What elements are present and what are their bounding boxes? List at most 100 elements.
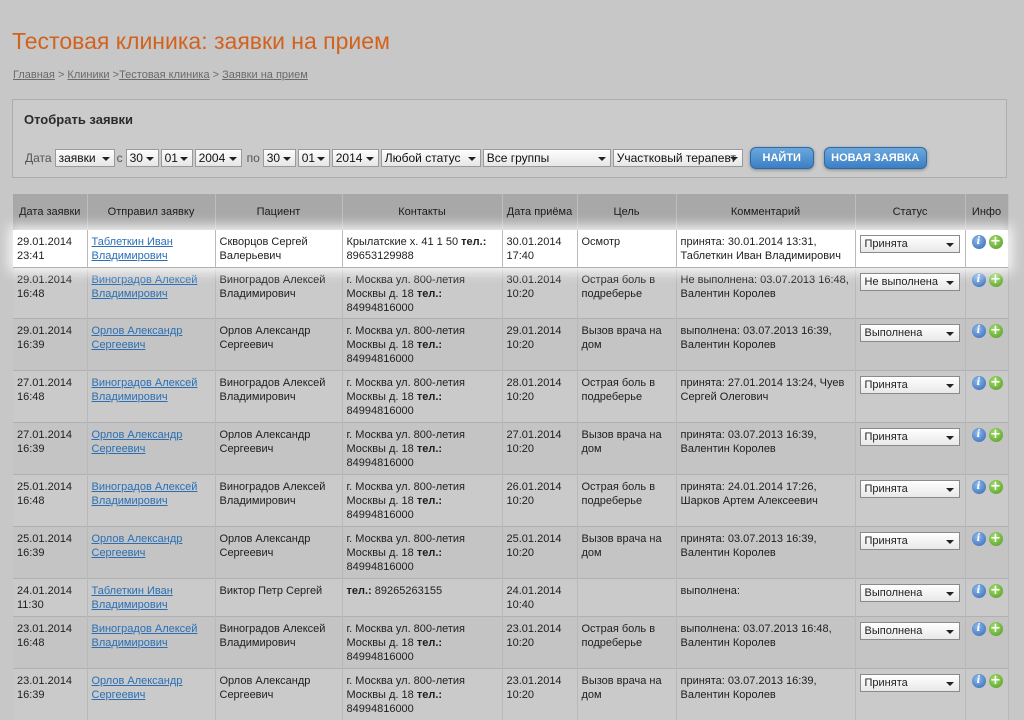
status-select[interactable]: Принята [860,235,960,253]
header-contacts[interactable]: Контакты [342,194,502,230]
from-year-select[interactable]: 2004 [195,149,242,167]
header-visit-date[interactable]: Дата приёма [502,194,577,230]
contact-address: г. Москва ул. 800-летия Москвы д. 18 [347,623,466,649]
sender-link[interactable]: Орлов Александр Сергеевич [92,675,183,701]
status-select[interactable]: Выполнена [860,622,960,640]
to-year-select[interactable]: 2014 [332,149,379,167]
breadcrumb-clinics[interactable]: Клиники [67,69,109,81]
contact-phone: 84994816000 [347,703,414,715]
status-value: Принята [865,677,908,689]
header-patient[interactable]: Пациент [215,194,342,230]
status-select[interactable]: Принята [860,428,960,446]
table-row: 25.01.201416:39Орлов Александр Сергеевич… [13,527,1008,579]
request-date: 24.01.2014 [17,585,72,597]
sender-link[interactable]: Виноградов Алексей Владимирович [92,274,198,300]
comment-cell: Не выполнена: 03.07.2013 16:48, Валентин… [676,268,855,319]
sender-link[interactable]: Виноградов Алексей Владимирович [92,623,198,649]
breadcrumb-clinic[interactable]: Тестовая клиника [119,69,210,81]
add-icon[interactable]: + [989,532,1003,546]
phone-label: тел.: [417,391,442,403]
visit-time: 10:20 [507,637,535,649]
info-icon[interactable]: i [972,235,986,249]
contact-phone: 84994816000 [347,302,414,314]
add-icon[interactable]: + [989,622,1003,636]
add-icon[interactable]: + [989,674,1003,688]
header-sender[interactable]: Отправил заявку [87,194,215,230]
info-cell: i+ [965,319,1008,371]
status-select[interactable]: Выполнена [860,324,960,342]
purpose-cell: Острая боль в подреберье [577,617,676,669]
breadcrumb-separator: > [213,69,222,81]
from-month-select[interactable]: 01 [161,149,193,167]
header-purpose[interactable]: Цель [577,194,676,230]
doctor-filter-select[interactable]: Участковый терапевт [613,149,743,167]
phone-label: тел.: [417,339,442,351]
group-filter-select[interactable]: Все группы [483,149,611,167]
info-icon[interactable]: i [972,376,986,390]
header-comment[interactable]: Комментарий [676,194,855,230]
sender-link[interactable]: Таблеткин Иван Владимирович [92,236,173,262]
add-icon[interactable]: + [989,480,1003,494]
info-icon[interactable]: i [972,480,986,494]
sender-link[interactable]: Виноградов Алексей Владимирович [92,481,198,507]
phone-label: тел.: [417,547,442,559]
add-icon[interactable]: + [989,428,1003,442]
status-select[interactable]: Выполнена [860,584,960,602]
sender-link[interactable]: Орлов Александр Сергеевич [92,533,183,559]
visit-date-cell: 24.01.201410:40 [502,579,577,617]
patient-cell: Виноградов Алексей Владимирович [215,268,342,319]
sender-link[interactable]: Орлов Александр Сергеевич [92,325,183,351]
table-row: 29.01.201416:39Орлов Александр Сергеевич… [13,319,1008,371]
sender-cell: Таблеткин Иван Владимирович [87,579,215,617]
info-icon[interactable]: i [972,324,986,338]
to-day-select[interactable]: 30 [263,149,296,167]
breadcrumb-requests[interactable]: Заявки на прием [222,69,308,81]
visit-date: 30.01.2014 [507,274,562,286]
info-icon[interactable]: i [972,622,986,636]
add-icon[interactable]: + [989,324,1003,338]
contact-phone: 84994816000 [347,353,414,365]
add-icon[interactable]: + [989,273,1003,287]
new-request-button[interactable]: Новая заявка [824,147,927,169]
info-icon[interactable]: i [972,584,986,598]
contact-address: г. Москва ул. 800-летия Москвы д. 18 [347,274,466,300]
status-select[interactable]: Принята [860,532,960,550]
from-day-select[interactable]: 30 [126,149,159,167]
add-icon[interactable]: + [989,584,1003,598]
contacts-cell: г. Москва ул. 800-летия Москвы д. 18 тел… [342,475,502,527]
purpose-cell: Осмотр [577,230,676,268]
breadcrumb-home[interactable]: Главная [13,69,55,81]
table-row: 23.01.201416:48Виноградов Алексей Владим… [13,617,1008,669]
add-icon[interactable]: + [989,235,1003,249]
from-label: с [117,151,123,165]
status-select[interactable]: Принята [860,480,960,498]
status-filter-select[interactable]: Любой статус [381,149,481,167]
status-select[interactable]: Принята [860,674,960,692]
sender-link[interactable]: Орлов Александр Сергеевич [92,429,183,455]
visit-date: 28.01.2014 [507,377,562,389]
sender-link[interactable]: Таблеткин Иван Владимирович [92,585,173,611]
status-cell: Принята [855,423,965,475]
find-button[interactable]: Найти [750,147,814,169]
info-icon[interactable]: i [972,674,986,688]
info-icon[interactable]: i [972,428,986,442]
status-select[interactable]: Принята [860,376,960,394]
request-time: 16:39 [17,689,45,701]
sender-link[interactable]: Виноградов Алексей Владимирович [92,377,198,403]
request-time: 16:48 [17,495,45,507]
contact-address: г. Москва ул. 800-летия Москвы д. 18 [347,429,466,455]
add-icon[interactable]: + [989,376,1003,390]
header-status[interactable]: Статус [855,194,965,230]
status-filter-value: Любой статус [385,151,461,165]
date-type-select[interactable]: заявки [55,149,115,167]
comment-cell: выполнена: 03.07.2013 16:39, Валентин Ко… [676,319,855,371]
table-header-row: Дата заявки Отправил заявку Пациент Конт… [13,194,1008,230]
info-icon[interactable]: i [972,532,986,546]
status-select[interactable]: Не выполнена [860,273,960,291]
info-icon[interactable]: i [972,273,986,287]
request-date: 29.01.2014 [17,274,72,286]
to-month-select[interactable]: 01 [298,149,330,167]
header-request-date[interactable]: Дата заявки [13,194,87,230]
status-value: Выполнена [865,587,923,599]
visit-time: 10:20 [507,547,535,559]
